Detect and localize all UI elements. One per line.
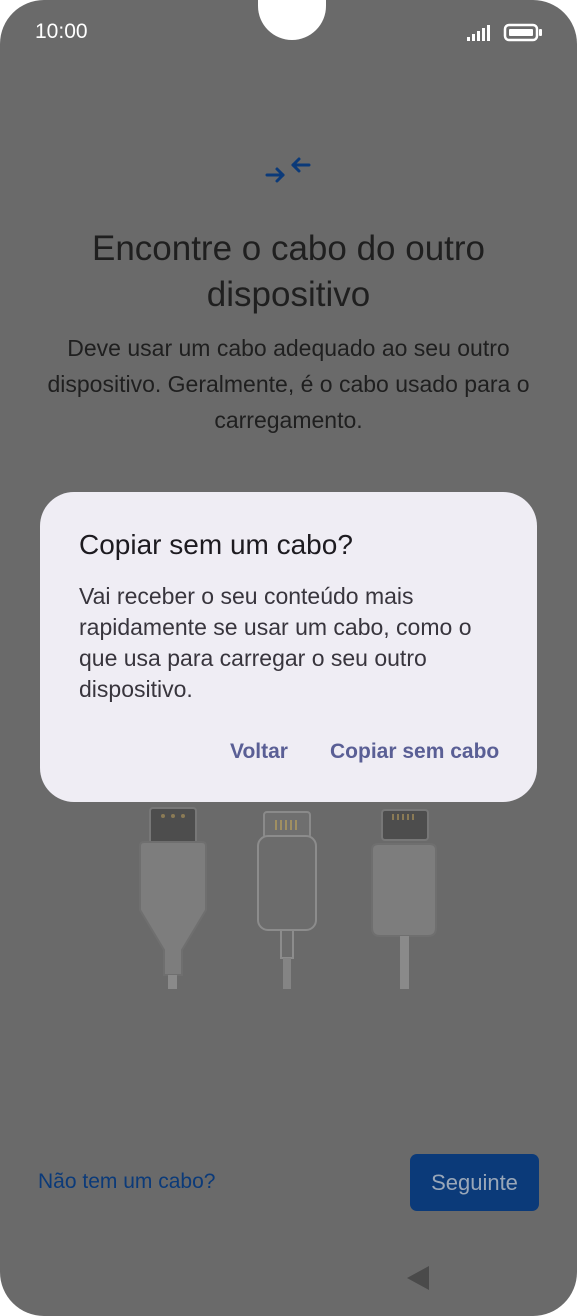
battery-icon	[503, 23, 542, 42]
dialog-body: Vai receber o seu conteúdo mais rapidame…	[79, 583, 472, 702]
page-title: Encontre o cabo do outro dispositivo	[91, 229, 486, 314]
next-button[interactable]: Seguinte	[410, 1154, 539, 1211]
signal-icon	[467, 25, 490, 41]
phone-screen: 10:00 Encontre o cabo do outro dispositi…	[0, 0, 577, 1316]
micro-usb-cable-icon	[371, 809, 437, 989]
cable-illustration	[139, 807, 437, 989]
no-cable-link[interactable]: Não tem um cabo?	[38, 1170, 215, 1194]
lightning-cable-icon	[257, 811, 317, 989]
status-time: 10:00	[35, 20, 88, 43]
copy-without-cable-button[interactable]: Copiar sem cabo	[330, 740, 499, 764]
dialog-back-button[interactable]: Voltar	[230, 740, 288, 764]
usb-c-cable-icon	[139, 807, 207, 989]
transfer-arrows-icon	[265, 157, 311, 183]
copy-without-cable-dialog: Copiar sem um cabo? Vai receber o seu co…	[40, 492, 537, 802]
dialog-title: Copiar sem um cabo?	[79, 529, 353, 560]
back-nav-icon[interactable]	[405, 1264, 431, 1292]
camera-notch	[258, 0, 326, 40]
status-icons	[467, 23, 542, 42]
page-subtitle: Deve usar um cabo adequado ao seu outro …	[47, 335, 530, 433]
